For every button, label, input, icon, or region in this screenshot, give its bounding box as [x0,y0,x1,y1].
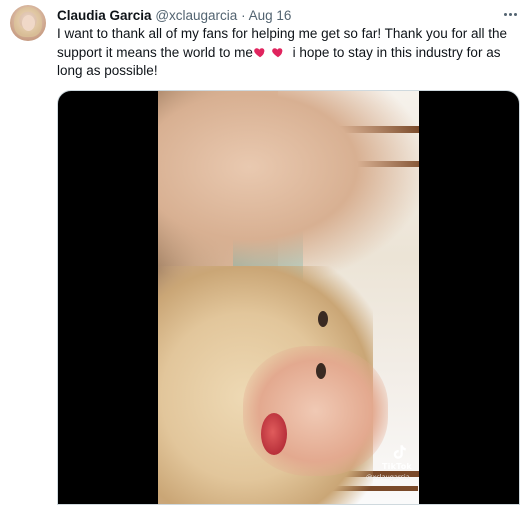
tiktok-logo-icon [393,445,406,459]
tweet[interactable]: Claudia Garcia @xclaugarcia · Aug 16 I w… [0,0,527,505]
two-hearts-emoji-icon [253,45,289,59]
video-media[interactable]: TikTok @xclaugarcia [57,90,520,505]
author-name[interactable]: Claudia Garcia [57,8,152,23]
tweet-header: Claudia Garcia @xclaugarcia · Aug 16 [57,7,291,25]
tweet-date[interactable]: Aug 16 [249,8,292,23]
tiktok-watermark-handle: @xclaugarcia [366,473,410,481]
video-frame: TikTok @xclaugarcia [158,91,419,504]
more-options-icon[interactable] [500,7,520,21]
lips [261,413,287,455]
tiktok-watermark-text: TikTok [382,462,412,471]
heart-icon [254,47,265,57]
heart-icon [272,47,283,57]
tweet-text: I want to thank all of my fans for helpi… [57,25,521,81]
avatar[interactable] [10,5,46,41]
author-handle[interactable]: @xclaugarcia [155,8,237,23]
separator-dot: · [241,8,246,23]
